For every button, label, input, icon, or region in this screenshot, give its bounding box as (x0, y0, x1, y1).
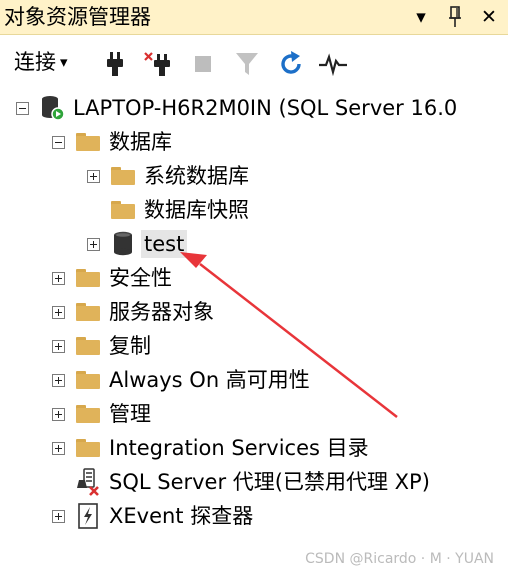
folder-icon (110, 163, 136, 189)
expand-toggle[interactable] (52, 407, 65, 421)
panel-titlebar: 对象资源管理器 ▾ ✕ (0, 0, 508, 35)
folder-icon (75, 265, 101, 291)
xevent-profiler-icon (75, 503, 101, 529)
connect-label: 连接 (14, 50, 56, 74)
folder-icon (75, 299, 101, 325)
connect-plug-icon[interactable] (100, 49, 130, 79)
tree-node-xevent[interactable]: XEvent 探查器 (52, 499, 253, 533)
expand-toggle[interactable] (87, 237, 100, 251)
test-db-label: test (141, 230, 188, 258)
security-label: 安全性 (109, 266, 172, 290)
integration-services-label: Integration Services 目录 (109, 436, 369, 460)
tree-node-system-databases[interactable]: 系统数据库 (87, 159, 249, 193)
expand-toggle[interactable] (52, 339, 65, 353)
database-icon (110, 231, 136, 257)
close-icon[interactable]: ✕ (476, 3, 502, 31)
folder-icon (75, 367, 101, 393)
tree-node-server-objects[interactable]: 服务器对象 (52, 295, 214, 329)
tree-node-security[interactable]: 安全性 (52, 261, 172, 295)
tree-node-database-snapshots[interactable]: 数据库快照 (87, 193, 249, 227)
chevron-down-icon: ▾ (60, 53, 68, 71)
expand-toggle[interactable] (87, 169, 100, 183)
tree-node-always-on[interactable]: Always On 高可用性 (52, 363, 310, 397)
folder-icon (75, 435, 101, 461)
dropdown-icon[interactable]: ▾ (408, 3, 434, 31)
expand-toggle[interactable] (52, 373, 65, 387)
tree-node-sql-agent[interactable]: SQL Server 代理(已禁用代理 XP) (52, 465, 430, 499)
activity-monitor-icon[interactable] (318, 49, 348, 79)
management-label: 管理 (109, 402, 151, 426)
panel-title: 对象资源管理器 (4, 5, 151, 29)
collapse-toggle[interactable] (52, 135, 65, 149)
server-label: LAPTOP-H6R2M0IN (SQL Server 16.0 (73, 96, 458, 120)
tree-node-replication[interactable]: 复制 (52, 329, 151, 363)
connect-button[interactable]: 连接 ▾ (14, 48, 68, 76)
filter-icon[interactable] (232, 49, 262, 79)
xevent-label: XEvent 探查器 (109, 504, 254, 528)
toolbar: 连接 ▾ (0, 36, 508, 90)
tree-node-management[interactable]: 管理 (52, 397, 151, 431)
tree-node-server[interactable]: LAPTOP-H6R2M0IN (SQL Server 16.0 (16, 91, 457, 125)
server-connected-icon (39, 95, 65, 121)
tree-node-integration-services[interactable]: Integration Services 目录 (52, 431, 369, 465)
stop-icon[interactable] (188, 49, 218, 79)
folder-icon (75, 129, 101, 155)
title-buttons: ▾ ✕ (408, 0, 502, 34)
tree-node-databases[interactable]: 数据库 (52, 125, 172, 159)
expand-toggle[interactable] (52, 441, 65, 455)
snapshots-label: 数据库快照 (144, 198, 249, 222)
folder-icon (75, 401, 101, 427)
disconnect-plug-icon[interactable] (142, 49, 172, 79)
system-databases-label: 系统数据库 (144, 164, 249, 188)
sql-agent-label: SQL Server 代理(已禁用代理 XP) (109, 470, 430, 494)
tree-node-test-db[interactable]: test (87, 227, 188, 261)
server-objects-label: 服务器对象 (109, 300, 214, 324)
collapse-toggle[interactable] (16, 101, 29, 115)
folder-icon (75, 333, 101, 359)
databases-label: 数据库 (109, 130, 172, 154)
always-on-label: Always On 高可用性 (109, 368, 310, 392)
sql-agent-disabled-icon (75, 468, 101, 496)
expand-toggle[interactable] (52, 271, 65, 285)
replication-label: 复制 (109, 334, 151, 358)
refresh-icon[interactable] (276, 49, 306, 79)
expand-toggle[interactable] (52, 305, 65, 319)
expand-toggle[interactable] (52, 509, 65, 523)
pin-icon[interactable] (442, 3, 468, 31)
folder-icon (110, 197, 136, 223)
object-explorer-tree: LAPTOP-H6R2M0IN (SQL Server 16.0 数据库 系统数… (0, 90, 508, 573)
watermark: CSDN @Ricardo · M · YUAN (305, 551, 494, 567)
